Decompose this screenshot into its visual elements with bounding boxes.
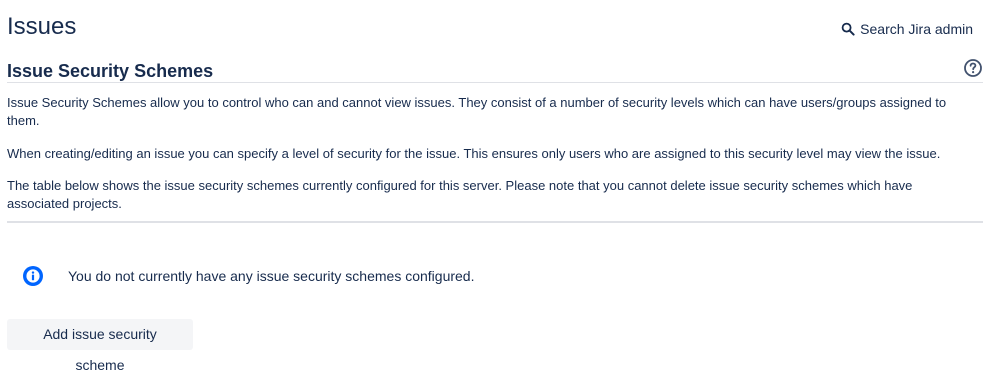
page-title: Issues: [7, 13, 77, 40]
info-icon: [22, 265, 44, 287]
search-jira-admin-link[interactable]: Search Jira admin: [841, 18, 973, 40]
admin-page: Issues Search Jira admin Issue Security …: [0, 0, 999, 376]
add-issue-security-scheme-button[interactable]: Add issue security scheme: [7, 319, 193, 373]
question-circle-icon[interactable]: [963, 58, 983, 78]
search-icon: [841, 22, 855, 36]
info-message-text: You do not currently have any issue secu…: [68, 268, 475, 284]
search-label: Search Jira admin: [860, 21, 973, 37]
description-paragraph: Issue Security Schemes allow you to cont…: [7, 95, 947, 128]
description-paragraph: When creating/editing an issue you can s…: [7, 146, 941, 161]
section-divider: [7, 221, 983, 223]
info-message: You do not currently have any issue secu…: [22, 264, 475, 288]
description-paragraph: The table below shows the issue security…: [7, 178, 913, 211]
section-title: Issue Security Schemes: [7, 61, 214, 81]
section-header: Issue Security Schemes: [7, 58, 983, 83]
